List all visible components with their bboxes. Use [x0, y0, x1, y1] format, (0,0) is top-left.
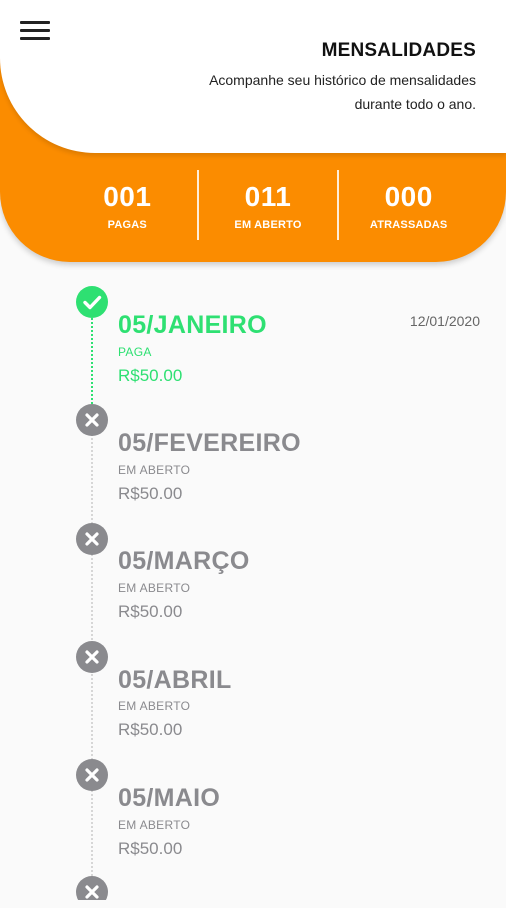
stat-value: 001 — [103, 181, 152, 212]
stat-label: ATRASSADAS — [369, 219, 448, 231]
stat-value: 000 — [384, 181, 433, 212]
x-circle-icon — [76, 641, 108, 673]
entry-status: PAGA — [118, 345, 152, 359]
stats-summary: 001 PAGAS 011 EM ABERTO 000 ATRASSADAS — [58, 170, 478, 240]
entry-month: 05/FEVEREIRO — [118, 429, 301, 457]
hamburger-menu-icon[interactable] — [20, 20, 52, 42]
entry-month: 05/JANEIRO — [118, 311, 267, 339]
entry-status: EM ABERTO — [118, 818, 191, 832]
page-subtitle: Acompanhe seu histórico de mensalidades … — [146, 68, 476, 116]
entry-amount: R$50.00 — [118, 839, 183, 858]
stat-atrassadas: 000 ATRASSADAS — [337, 170, 478, 240]
stat-label: EM ABERTO — [234, 219, 302, 231]
x-circle-icon — [76, 759, 108, 791]
x-circle-icon — [76, 523, 108, 555]
entry-month: 05/ABRIL — [118, 666, 232, 694]
stat-label: PAGAS — [107, 219, 147, 231]
entry-amount: R$50.00 — [118, 602, 183, 621]
stat-pagas: 001 PAGAS — [58, 170, 197, 240]
entry-amount: R$50.00 — [118, 484, 183, 503]
stat-em-aberto: 011 EM ABERTO — [196, 170, 338, 240]
entry-status: EM ABERTO — [118, 581, 191, 595]
x-circle-icon — [76, 404, 108, 436]
entry-status: EM ABERTO — [118, 699, 191, 713]
entry-month: 05/MARÇO — [118, 547, 250, 575]
timeline-line-paid — [91, 318, 93, 408]
subtitle-line-2: durante todo o ano. — [354, 96, 476, 112]
check-circle-icon — [76, 286, 108, 318]
entry-status: EM ABERTO — [118, 463, 191, 477]
subtitle-line-1: Acompanhe seu histórico de mensalidades — [209, 72, 476, 88]
entry-amount: R$50.00 — [118, 366, 183, 385]
stat-value: 011 — [244, 181, 292, 212]
entry-payment-date: 12/01/2020 — [409, 313, 480, 329]
x-circle-icon — [76, 876, 108, 908]
entry-month: 05/MAIO — [118, 784, 221, 812]
entry-amount: R$50.00 — [118, 720, 183, 739]
page-title: MENSALIDADES — [321, 40, 476, 61]
